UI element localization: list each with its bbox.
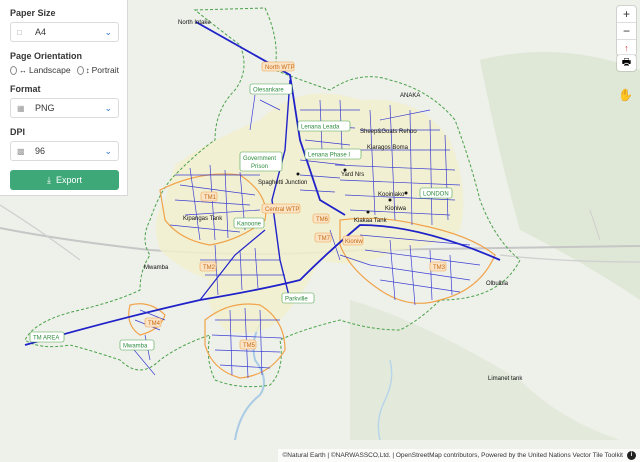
- chevron-down-icon: ⌄: [104, 26, 112, 37]
- tm4-label: TM4: [148, 321, 161, 327]
- government-prison-label-1: Government: [243, 156, 276, 162]
- limanet-label: Limanet tank: [488, 376, 523, 382]
- tm6-label: TM6: [316, 217, 329, 223]
- paper-size-value: A4: [35, 27, 47, 37]
- zoom-in-button[interactable]: +: [617, 6, 636, 23]
- landscape-label[interactable]: Landscape: [29, 65, 71, 75]
- tm7-label: TM7: [318, 236, 331, 242]
- lenana-leada-label: Lenana Leada: [301, 125, 340, 131]
- kiaragos-label: Kiaragos Boma: [367, 145, 409, 151]
- orientation-label: Page Orientation: [10, 51, 83, 61]
- kioniw-label: Kioniw: [345, 239, 363, 245]
- portrait-radio[interactable]: [76, 65, 84, 75]
- anaka-label: ANAKA: [400, 93, 420, 99]
- kiakaa-tank-label: Kiakaa Tank: [354, 218, 388, 224]
- map-nav-controls: + − ↑: [617, 6, 636, 56]
- landscape-radio[interactable]: [10, 65, 17, 75]
- mwamba-tank-label: Mwamba: [144, 265, 169, 271]
- horizontal-arrows-icon: ↔: [19, 65, 27, 75]
- london-label: LONDON: [423, 192, 449, 198]
- chevron-down-icon: ⌄: [104, 102, 112, 113]
- portrait-label[interactable]: Portrait: [92, 65, 119, 75]
- hand-cursor-icon: ✋: [618, 88, 633, 102]
- parkville-label: Parkville: [285, 297, 308, 303]
- tm2-label: TM2: [203, 265, 216, 271]
- kipangas-label: Kipangas Tank: [183, 216, 223, 222]
- image-icon: ▦: [17, 103, 25, 113]
- info-icon[interactable]: i: [627, 451, 636, 460]
- format-select[interactable]: ▦ PNG ⌄: [10, 98, 119, 118]
- print-button[interactable]: 🖶: [617, 55, 636, 71]
- tm-area-label: TM AREA: [33, 336, 59, 342]
- olesankare-label: Olesankare: [253, 88, 284, 94]
- paper-size-label: Paper Size: [10, 8, 56, 18]
- compass-icon: ↑: [624, 43, 629, 53]
- tm1-label: TM1: [204, 195, 217, 201]
- tm5-label: TM5: [243, 343, 256, 349]
- dpi-label: DPI: [10, 127, 26, 137]
- kioniwa-label: Kioniwa: [385, 206, 407, 212]
- spaghetti-junction-label: Spaghetti Junction: [258, 180, 307, 186]
- central-wtp-label: Central WTP: [265, 207, 299, 213]
- government-prison-label-2: Prison: [251, 164, 268, 170]
- dpi-select[interactable]: ▩ 96 ⌄: [10, 141, 119, 161]
- north-wtp-label: North WTP: [265, 65, 295, 71]
- orientation-radio-group: ↔ Landscape ↕ Portrait: [10, 65, 119, 75]
- tm3-label: TM3: [433, 265, 446, 271]
- export-panel: Paper Size □ A4 ⌄ Page Orientation ↔ Lan…: [0, 0, 128, 196]
- download-icon: ⤓: [47, 174, 51, 185]
- yard-nrs-label: Yard Nrs: [341, 172, 364, 178]
- file-icon: □: [17, 27, 22, 37]
- sheep-goats-label: Sheep&Goats Rehoo: [360, 129, 417, 135]
- map-attribution: ©Natural Earth | ©NARWASSCO,Ltd. | OpenS…: [278, 449, 640, 462]
- format-label: Format: [10, 84, 41, 94]
- kooiniako-label: Kooiniako: [378, 192, 405, 198]
- chevron-down-icon: ⌄: [104, 145, 112, 156]
- export-label: Export: [55, 175, 82, 185]
- vertical-arrows-icon: ↕: [85, 65, 90, 75]
- printer-icon: 🖶: [621, 56, 632, 68]
- olbulbia-label: Olbulbia: [486, 281, 509, 287]
- attribution-text[interactable]: ©Natural Earth | ©NARWASSCO,Ltd. | OpenS…: [282, 452, 623, 459]
- paper-size-select[interactable]: □ A4 ⌄: [10, 22, 119, 42]
- junction-point: [404, 191, 408, 195]
- lenana-phase-label: Lenana Phase I: [308, 153, 350, 159]
- chart-icon: ▩: [17, 146, 25, 156]
- junction-point: [388, 198, 392, 202]
- format-value: PNG: [35, 103, 55, 113]
- north-intake-label: North Intake: [178, 20, 211, 26]
- dpi-value: 96: [35, 146, 46, 156]
- export-button[interactable]: ⤓ Export: [10, 170, 119, 190]
- zoom-out-button[interactable]: −: [617, 23, 636, 40]
- kanoone-label: Kanoone: [237, 222, 262, 228]
- mwamba-label: Mwamba: [123, 344, 148, 350]
- junction-point: [296, 172, 300, 176]
- junction-point: [366, 210, 370, 214]
